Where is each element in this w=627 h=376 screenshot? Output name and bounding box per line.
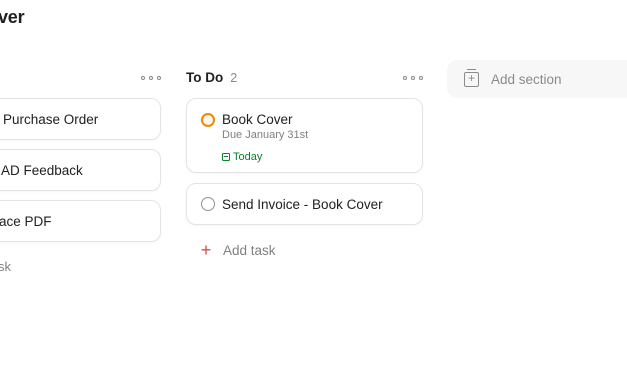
section-title: To Do bbox=[186, 70, 224, 85]
circle-checkbox-icon[interactable] bbox=[201, 113, 215, 127]
section-more-icon[interactable] bbox=[403, 73, 423, 83]
calendar-icon bbox=[222, 153, 230, 161]
section-header: To Do 2 bbox=[186, 70, 237, 85]
add-task-label-partial[interactable]: sk bbox=[0, 259, 11, 274]
task-card[interactable]: ace PDF bbox=[0, 200, 161, 242]
task-title: Purchase Order bbox=[3, 112, 99, 127]
task-card[interactable]: Purchase Order bbox=[0, 98, 161, 140]
add-section-label: Add section bbox=[491, 71, 562, 87]
plus-icon: + bbox=[200, 240, 212, 260]
task-card[interactable]: Book Cover Due January 31st Today bbox=[186, 98, 423, 173]
task-title: Book Cover bbox=[222, 112, 293, 127]
section-more-icon[interactable] bbox=[141, 73, 161, 83]
due-date-chip[interactable]: Today bbox=[222, 151, 262, 163]
task-count: 2 bbox=[230, 71, 238, 85]
task-due-description: Due January 31st bbox=[222, 129, 309, 141]
task-card[interactable]: AD Feedback bbox=[0, 149, 161, 191]
task-title: Send Invoice - Book Cover bbox=[222, 197, 383, 212]
task-card[interactable]: Send Invoice - Book Cover bbox=[186, 183, 423, 225]
circle-checkbox-icon[interactable] bbox=[201, 197, 215, 211]
due-date-label: Today bbox=[233, 151, 263, 163]
task-title: ace PDF bbox=[0, 214, 52, 229]
task-title: AD Feedback bbox=[1, 163, 83, 178]
add-task-label: Add task bbox=[223, 242, 276, 258]
project-title: ver bbox=[0, 7, 25, 27]
add-task-button[interactable]: + Add task bbox=[199, 241, 276, 259]
add-section-icon bbox=[464, 68, 479, 87]
add-section-button[interactable]: Add section bbox=[447, 60, 627, 98]
